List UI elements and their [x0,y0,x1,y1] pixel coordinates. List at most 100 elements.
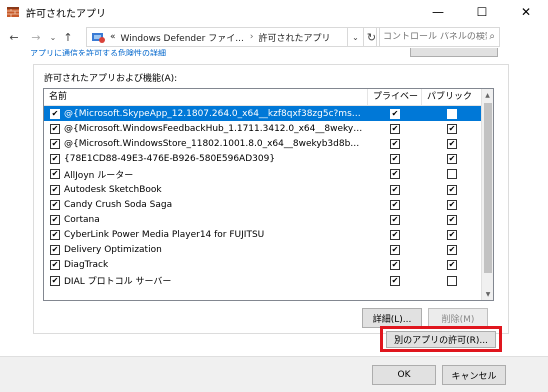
search-box[interactable]: ⌕ [376,27,500,47]
table-row[interactable]: ✔ AllJoyn ルーター ✔ [44,167,482,182]
app-name-cell: ✔ AllJoyn ルーター [44,168,368,181]
title-bar: 許可されたアプリ — ☐ ✕ [0,0,548,24]
table-row[interactable]: ✔ @{Microsoft.WindowsStore_11802.1001.8.0… [44,136,482,151]
address-bar-row: ← → ⌄ ↑ « Windows Defender ファイ... › 許可され… [0,24,548,50]
scroll-up-icon[interactable]: ▲ [482,89,493,101]
public-checkbox[interactable]: ✔ [447,260,457,271]
public-checkbox[interactable]: ✔ [447,123,457,134]
private-cell: ✔ [368,275,422,286]
scroll-thumb[interactable] [484,103,492,273]
private-checkbox[interactable]: ✔ [390,138,400,149]
minimize-button[interactable]: — [416,0,460,24]
public-checkbox[interactable] [447,169,457,180]
table-row[interactable]: ✔ Cortana ✔ ✔ [44,212,482,227]
content-area: アプリに通信を許可する危険性の詳細 許可されたアプリおよび機能(A): 名前 プ… [0,48,548,392]
table-row[interactable]: ✔ Autodesk SketchBook ✔ ✔ [44,182,482,197]
public-checkbox[interactable] [447,275,457,286]
forward-arrow-icon[interactable]: → [28,31,44,44]
app-name-cell: ✔ Candy Crush Soda Saga [44,199,368,210]
app-name-cell: ✔ DIAL プロトコル サーバー [44,274,368,287]
public-checkbox[interactable]: ✔ [447,245,457,256]
public-checkbox[interactable]: ✔ [447,230,457,241]
enabled-checkbox[interactable]: ✔ [50,230,60,241]
private-checkbox[interactable]: ✔ [390,123,400,134]
public-checkbox[interactable]: ✔ [447,184,457,195]
back-arrow-icon[interactable]: ← [6,31,22,44]
table-row[interactable]: ✔ CyberLink Power Media Player14 for FUJI… [44,228,482,243]
list-header: 名前 プライベート パブリック [44,89,482,119]
breadcrumb-separator[interactable]: › [250,32,254,42]
public-checkbox[interactable]: ✔ [447,154,457,165]
risk-details-link[interactable]: アプリに通信を許可する危険性の詳細 [30,48,166,56]
table-row[interactable]: ✔ @{Microsoft.SkypeApp_12.1807.264.0_x64_… [44,106,482,122]
address-dropdown-button[interactable]: ⌄ [348,27,364,47]
private-checkbox[interactable]: ✔ [390,230,400,241]
enabled-checkbox[interactable]: ✔ [50,154,60,165]
table-row[interactable]: ✔ DiagTrack ✔ ✔ [44,258,482,273]
scroll-down-icon[interactable]: ▼ [482,288,493,300]
cancel-button[interactable]: キャンセル [442,365,506,385]
public-cell: ✔ [422,199,482,210]
public-checkbox[interactable]: ✔ [447,138,457,149]
breadcrumb-firewall[interactable]: Windows Defender ファイ... [121,31,244,44]
ok-button[interactable]: OK [372,365,436,385]
enabled-checkbox[interactable]: ✔ [50,275,60,286]
enabled-checkbox[interactable]: ✔ [50,138,60,149]
private-checkbox[interactable]: ✔ [390,260,400,271]
up-arrow-icon[interactable]: ↑ [60,31,76,44]
app-name: Autodesk SketchBook [64,184,162,195]
enabled-checkbox[interactable]: ✔ [50,169,60,180]
app-name: DIAL プロトコル サーバー [64,277,172,288]
public-checkbox[interactable] [447,108,457,119]
column-header-private[interactable]: プライベート [368,89,422,119]
enabled-checkbox[interactable]: ✔ [50,108,60,119]
private-checkbox[interactable]: ✔ [390,275,400,286]
table-row[interactable]: ✔ @{Microsoft.WindowsFeedbackHub_1.1711.3… [44,121,482,136]
public-cell [422,108,482,119]
breadcrumb-allowed-apps[interactable]: 許可されたアプリ [258,31,330,44]
table-row[interactable]: ✔ {78E1CD88-49E3-476E-B926-580E596AD309} ✔… [44,152,482,167]
table-row[interactable]: ✔ Delivery Optimization ✔ ✔ [44,243,482,258]
private-cell: ✔ [368,108,422,119]
enabled-checkbox[interactable]: ✔ [50,260,60,271]
enabled-checkbox[interactable]: ✔ [50,184,60,195]
column-header-name[interactable]: 名前 [44,89,368,106]
private-checkbox[interactable]: ✔ [390,184,400,195]
enabled-checkbox[interactable]: ✔ [50,199,60,210]
allow-another-app-button[interactable]: 別のアプリの許可(R)... [386,331,496,348]
window-title: 許可されたアプリ [26,8,106,20]
public-cell: ✔ [422,154,482,165]
enabled-checkbox[interactable]: ✔ [50,214,60,225]
private-checkbox[interactable]: ✔ [390,169,400,180]
app-name-cell: ✔ DiagTrack [44,260,368,271]
private-checkbox[interactable]: ✔ [390,199,400,210]
remove-button[interactable]: 削除(M) [428,308,488,328]
private-checkbox[interactable]: ✔ [390,108,400,119]
public-cell [422,275,482,286]
private-checkbox[interactable]: ✔ [390,245,400,256]
breadcrumb-prefix[interactable]: « [110,32,116,42]
enabled-checkbox[interactable]: ✔ [50,123,60,134]
recent-locations-chevron-icon[interactable]: ⌄ [48,33,58,42]
column-header-public[interactable]: パブリック [422,89,482,106]
vertical-scrollbar[interactable]: ▲ ▼ [481,89,493,300]
private-checkbox[interactable]: ✔ [390,154,400,165]
public-cell [422,169,482,180]
private-cell: ✔ [368,260,422,271]
enabled-checkbox[interactable]: ✔ [50,245,60,256]
details-button[interactable]: 詳細(L)... [362,308,422,328]
private-checkbox[interactable]: ✔ [390,214,400,225]
maximize-button[interactable]: ☐ [460,0,504,24]
table-row[interactable]: ✔ DIAL プロトコル サーバー ✔ [44,273,482,288]
change-settings-button[interactable] [410,48,498,57]
highlight-box: 別のアプリの許可(R)... [380,326,502,352]
app-name-cell: ✔ @{Microsoft.WindowsStore_11802.1001.8.0… [44,138,368,149]
public-checkbox[interactable]: ✔ [447,199,457,210]
allowed-apps-list[interactable]: 名前 プライベート パブリック ✔ @{Microsoft.SkypeApp_12… [43,88,494,301]
search-icon[interactable]: ⌕ [489,31,495,42]
search-input[interactable] [383,32,487,42]
close-button[interactable]: ✕ [504,0,548,24]
table-row[interactable]: ✔ Candy Crush Soda Saga ✔ ✔ [44,197,482,212]
public-checkbox[interactable]: ✔ [447,214,457,225]
address-bar[interactable]: « Windows Defender ファイ... › 許可されたアプリ [86,27,348,47]
